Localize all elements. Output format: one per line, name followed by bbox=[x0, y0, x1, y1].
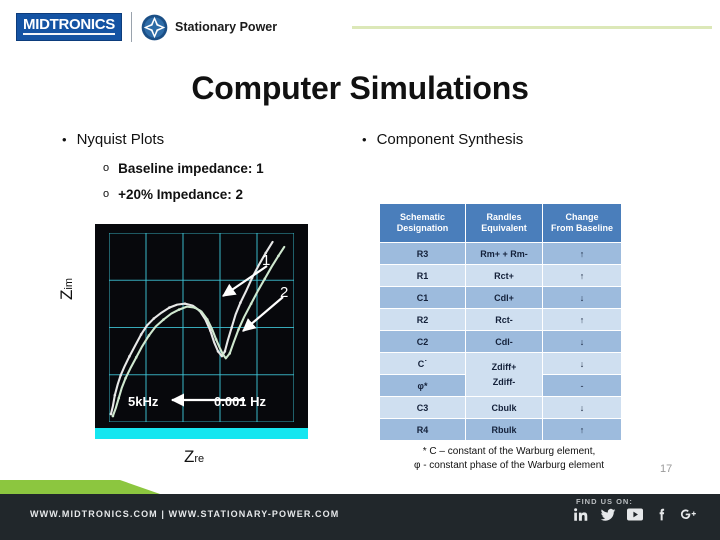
cell-designation: R3 bbox=[379, 242, 466, 265]
cell-equivalent: Cdl+ bbox=[465, 286, 543, 309]
y-axis-label: Zim bbox=[57, 278, 77, 300]
column-header-change: Change From Baseline bbox=[542, 203, 622, 243]
column-header-equivalent-line2: Equivalent bbox=[481, 223, 527, 233]
cell-equivalent: Rm+ + Rm- bbox=[465, 242, 543, 265]
cell-change: ↓ bbox=[542, 352, 622, 375]
cell-designation: C3 bbox=[379, 396, 466, 419]
plot-bottom-band bbox=[95, 428, 308, 439]
cell-designation: φ* bbox=[379, 374, 466, 397]
low-frequency-annotation: 0.001 Hz bbox=[214, 394, 267, 409]
cell-equivalent: Rbulk bbox=[465, 418, 543, 441]
social-links bbox=[572, 506, 697, 523]
x-axis-label-main: Z bbox=[184, 447, 195, 466]
column-header-equivalent-line1: Randles bbox=[486, 212, 522, 222]
cell-change: - bbox=[542, 374, 622, 397]
nyquist-plot bbox=[95, 224, 308, 439]
column-header-designation-line2: Designation bbox=[396, 223, 449, 233]
cell-change: ↑ bbox=[542, 418, 622, 441]
high-frequency-annotation: 5kHz bbox=[128, 394, 159, 409]
table-row: R1 Rct+ ↑ bbox=[379, 264, 622, 287]
footer-links[interactable]: WWW.MIDTRONICS.COM | WWW.STATIONARY-POWE… bbox=[30, 509, 339, 519]
cell-change: ↓ bbox=[542, 396, 622, 419]
y-axis-label-sub: im bbox=[63, 278, 75, 290]
series-2-annotation: 2 bbox=[280, 284, 289, 301]
slide: MIDTRONICS Stationary Power Computer Sim… bbox=[0, 0, 720, 540]
sub-bullet-impedance-label: +20% Impedance: 2 bbox=[118, 187, 244, 202]
find-us-on-label: FIND US ON: bbox=[576, 497, 633, 506]
table-footnote-line2: φ - constant phase of the Warburg elemen… bbox=[413, 460, 605, 471]
cell-designation: R4 bbox=[379, 418, 466, 441]
cell-change: ↑ bbox=[542, 242, 622, 265]
brand-logo: MIDTRONICS Stationary Power bbox=[16, 12, 277, 42]
component-synthesis-table: Schematic Designation Randles Equivalent… bbox=[379, 203, 622, 441]
bullet-marker-icon: • bbox=[362, 132, 367, 147]
page-title: Computer Simulations bbox=[191, 70, 529, 106]
cell-equivalent-line2: Zdiff- bbox=[492, 376, 516, 387]
column-header-change-line2: From Baseline bbox=[550, 223, 614, 233]
table-row: R2 Rct- ↑ bbox=[379, 308, 622, 331]
sub-bullet-baseline: o Baseline impedance: 1 bbox=[103, 160, 264, 177]
sub-bullet-baseline-label: Baseline impedance: 1 bbox=[118, 161, 264, 176]
cell-equivalent: Rct+ bbox=[465, 264, 543, 287]
cell-designation: C˙ bbox=[379, 352, 466, 375]
table-row: C2 Cdl- ↓ bbox=[379, 330, 622, 353]
cell-equivalent: Cdl- bbox=[465, 330, 543, 353]
cell-change: ↑ bbox=[542, 308, 622, 331]
cell-designation: R1 bbox=[379, 264, 466, 287]
cell-change: ↓ bbox=[542, 330, 622, 353]
googleplus-icon[interactable] bbox=[680, 506, 697, 523]
table-row: C1 Cdl+ ↓ bbox=[379, 286, 622, 309]
table-row: R3 Rm+ + Rm- ↑ bbox=[379, 242, 622, 265]
x-axis-label-sub: re bbox=[194, 453, 205, 465]
bullet-component-synthesis-label: Component Synthesis bbox=[376, 131, 524, 148]
bullet-nyquist-plots: • Nyquist Plots bbox=[62, 131, 164, 149]
sub-bullet-marker-icon: o bbox=[103, 162, 110, 174]
bullet-marker-icon: • bbox=[62, 132, 67, 147]
column-header-change-line1: Change bbox=[565, 212, 599, 222]
twitter-icon[interactable] bbox=[599, 506, 616, 523]
bullet-component-synthesis: • Component Synthesis bbox=[362, 131, 523, 149]
cell-equivalent-line1: Zdiff+ bbox=[491, 361, 517, 372]
midtronics-logo-text: MIDTRONICS bbox=[23, 16, 115, 33]
table-footnote: * C – constant of the Warburg element, φ… bbox=[378, 445, 640, 473]
table-row: C3 Cbulk ↓ bbox=[379, 396, 622, 419]
cell-equivalent-merged: Zdiff+ Zdiff- bbox=[465, 352, 543, 397]
cell-designation: R2 bbox=[379, 308, 466, 331]
sub-bullet-impedance: o +20% Impedance: 2 bbox=[103, 186, 243, 203]
slide-header: MIDTRONICS Stationary Power bbox=[0, 0, 720, 56]
star-badge-icon bbox=[141, 14, 168, 41]
series-1-annotation: 1 bbox=[262, 252, 271, 269]
cell-equivalent: Rct- bbox=[465, 308, 543, 331]
midtronics-logo: MIDTRONICS bbox=[16, 13, 122, 41]
stationary-power-text: Stationary Power bbox=[175, 20, 278, 34]
column-header-designation-line1: Schematic bbox=[399, 212, 446, 222]
cell-designation: C1 bbox=[379, 286, 466, 309]
header-rule bbox=[352, 26, 712, 29]
youtube-icon[interactable] bbox=[626, 506, 643, 523]
logo-divider bbox=[131, 12, 132, 42]
linkedin-icon[interactable] bbox=[572, 506, 589, 523]
cell-change: ↓ bbox=[542, 286, 622, 309]
cell-designation: C2 bbox=[379, 330, 466, 353]
sub-bullet-marker-icon: o bbox=[103, 188, 110, 200]
x-axis-label: Zre bbox=[184, 447, 204, 467]
column-header-equivalent: Randles Equivalent bbox=[465, 203, 543, 243]
logo-underline bbox=[23, 33, 115, 35]
y-axis-label-main: Z bbox=[57, 289, 76, 300]
page-number: 17 bbox=[660, 463, 673, 475]
table-row: C˙ Zdiff+ Zdiff- ↓ bbox=[379, 352, 622, 397]
bullet-nyquist-plots-label: Nyquist Plots bbox=[76, 131, 165, 148]
facebook-icon[interactable] bbox=[653, 506, 670, 523]
table-row: R4 Rbulk ↑ bbox=[379, 418, 622, 441]
cell-equivalent: Cbulk bbox=[465, 396, 543, 419]
table-footnote-line1: * C – constant of the Warburg element, bbox=[422, 446, 596, 457]
column-header-designation: Schematic Designation bbox=[379, 203, 466, 243]
table-header-row: Schematic Designation Randles Equivalent… bbox=[379, 203, 622, 243]
cell-change: ↑ bbox=[542, 264, 622, 287]
